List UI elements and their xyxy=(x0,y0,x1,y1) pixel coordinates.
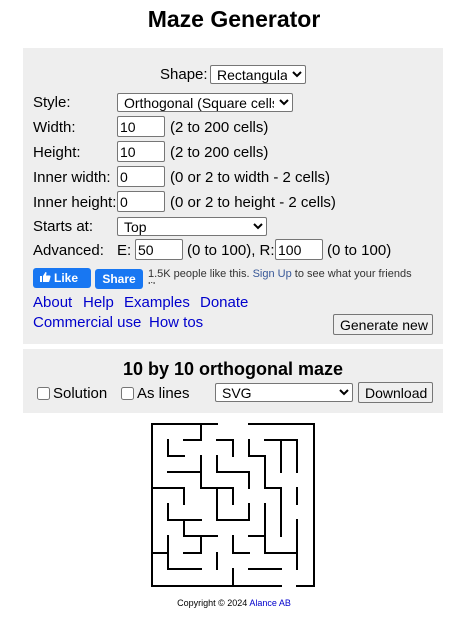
maze-walls xyxy=(151,423,315,587)
commercial-use-link[interactable]: Commercial use xyxy=(33,314,141,332)
inner-width-hint: (0 or 2 to width - 2 cells) xyxy=(170,169,331,186)
starts-at-select[interactable]: Top xyxy=(117,217,267,236)
r-hint: (0 to 100) xyxy=(327,242,392,259)
like-count-text: 1.5K people like this. xyxy=(148,268,250,280)
how-tos-link[interactable]: How tos xyxy=(149,314,203,332)
style-select[interactable]: Orthogonal (Square cells) xyxy=(117,93,293,112)
e-hint: (0 to 100), R: xyxy=(187,242,275,259)
format-select[interactable]: SVG xyxy=(215,383,353,402)
copyright-text: Copyright © 2024 xyxy=(177,598,248,608)
help-link[interactable]: Help xyxy=(83,294,114,312)
width-hint: (2 to 200 cells) xyxy=(170,119,269,136)
solution-label: Solution xyxy=(53,385,108,402)
page-title: Maze Generator xyxy=(147,6,321,32)
solution-option[interactable]: Solution xyxy=(37,385,107,403)
like-label: Like xyxy=(54,271,79,285)
inner-width-label: Inner width: xyxy=(33,169,111,186)
maze-image xyxy=(151,423,315,587)
generate-new-button[interactable]: Generate new xyxy=(333,314,433,335)
donate-link[interactable]: Donate xyxy=(200,294,248,312)
maze-panel: 10 by 10 orthogonal maze Solution As lin… xyxy=(23,349,443,413)
style-label: Style: xyxy=(33,94,71,111)
height-input[interactable] xyxy=(117,141,165,162)
height-hint: (2 to 200 cells) xyxy=(170,144,269,161)
share-label: Share xyxy=(102,272,136,286)
solution-checkbox[interactable] xyxy=(37,387,50,400)
about-link[interactable]: About xyxy=(33,294,72,312)
footer: Copyright © 2024 Alance AB xyxy=(0,597,468,609)
download-button[interactable]: Download xyxy=(358,382,433,403)
facebook-like-button[interactable]: Like xyxy=(33,268,91,288)
inner-width-input[interactable] xyxy=(117,166,165,187)
inner-height-hint: (0 or 2 to height - 2 cells) xyxy=(170,194,336,211)
starts-at-label: Starts at: xyxy=(33,218,94,235)
facebook-signup-link[interactable]: Sign Up xyxy=(253,268,292,280)
facebook-share-button[interactable]: Share xyxy=(95,269,143,289)
width-input[interactable] xyxy=(117,116,165,137)
maze-title: 10 by 10 orthogonal maze xyxy=(122,359,344,379)
r-input[interactable] xyxy=(275,239,323,260)
alance-ab-link[interactable]: Alance AB xyxy=(249,598,291,608)
inner-height-label: Inner height: xyxy=(33,194,117,211)
as-lines-option[interactable]: As lines xyxy=(121,385,190,403)
e-label: E: xyxy=(117,242,132,259)
settings-panel: Shape: Rectangular Style: Orthogonal (Sq… xyxy=(23,48,443,344)
width-label: Width: xyxy=(33,119,76,136)
facebook-social-text: 1.5K people like this. Sign Up to see wh… xyxy=(148,268,418,284)
height-label: Height: xyxy=(33,144,81,161)
shape-select[interactable]: Rectangular xyxy=(210,65,306,84)
advanced-label: Advanced: xyxy=(33,242,104,259)
e-input[interactable] xyxy=(135,239,183,260)
examples-link[interactable]: Examples xyxy=(124,294,190,312)
thumbs-up-icon xyxy=(40,272,51,282)
inner-height-input[interactable] xyxy=(117,191,165,212)
as-lines-checkbox[interactable] xyxy=(121,387,134,400)
as-lines-label: As lines xyxy=(137,385,190,402)
shape-label: Shape: xyxy=(160,66,208,83)
